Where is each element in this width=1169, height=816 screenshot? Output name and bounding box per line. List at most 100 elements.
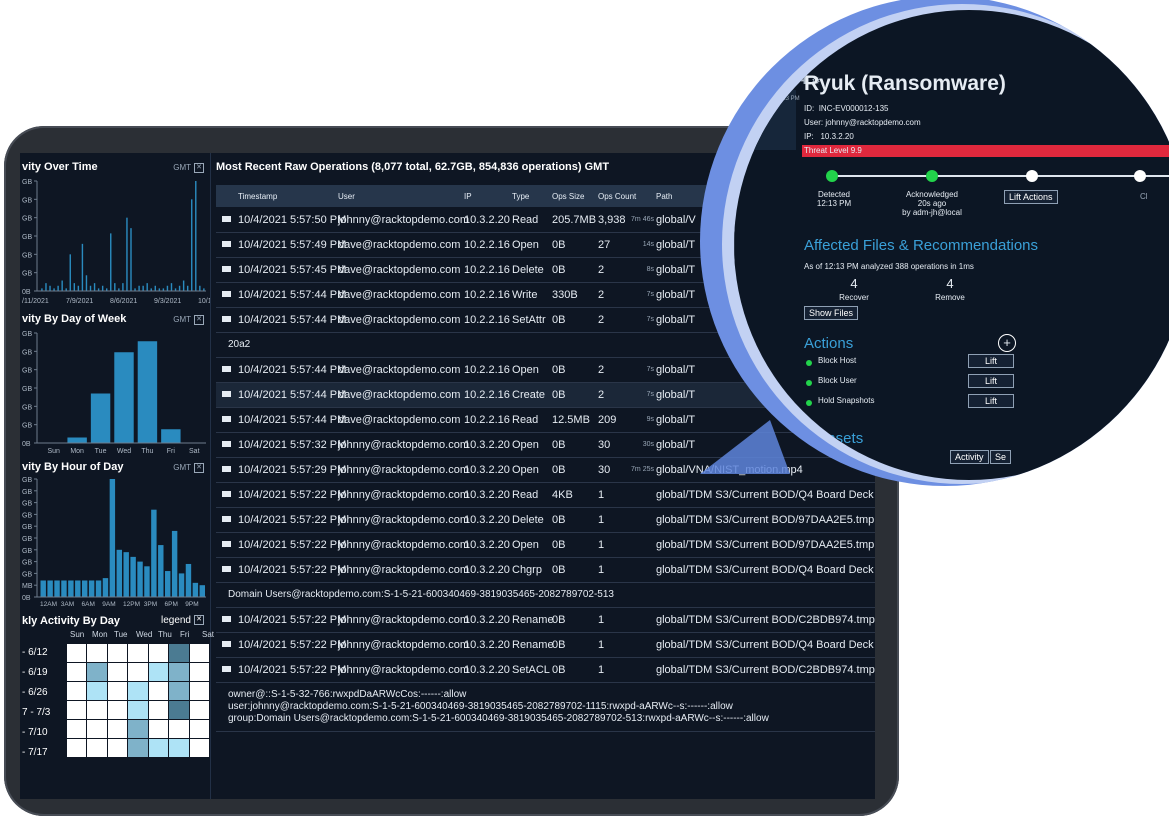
heatmap-cell[interactable] — [188, 700, 211, 720]
show-files-button[interactable]: Show Files — [804, 306, 859, 320]
heatmap-day-label: Sun — [70, 630, 85, 639]
weekly-legend-toggle[interactable]: legend ✕ — [161, 615, 204, 626]
hour-bar — [130, 556, 136, 597]
lift-hold-snapshots-button[interactable]: Lift — [968, 394, 1014, 408]
heatmap-cell[interactable] — [168, 681, 190, 701]
heatmap-cell[interactable] — [106, 662, 129, 682]
heatmap-cell[interactable] — [127, 719, 149, 739]
col-type[interactable]: Type — [512, 192, 529, 201]
col-ops-size[interactable]: Ops Size — [552, 192, 584, 201]
heatmap-cell[interactable] — [168, 700, 190, 720]
cell-path: global/TDM S3/Current BOD/C2BDB974.tmp — [656, 664, 875, 676]
cell-duration: 7s — [646, 291, 654, 298]
close-icon[interactable]: ✕ — [194, 463, 204, 473]
x-tick-label: Sun — [47, 448, 60, 455]
table-row[interactable]: 10/4/2021 5:57:22 PM johnny@racktopdemo.c… — [216, 483, 875, 508]
table-row[interactable]: 10/4/2021 5:57:22 PM johnny@racktopdemo.c… — [216, 533, 875, 558]
heatmap-cell[interactable] — [106, 719, 129, 739]
table-row[interactable]: 10/4/2021 5:57:22 PM johnny@racktopdemo.c… — [216, 658, 875, 683]
heatmap-cell[interactable] — [127, 643, 149, 663]
cell-ip: 10.2.2.16 — [464, 314, 510, 326]
heatmap-cell[interactable] — [127, 681, 149, 701]
heatmap-cell[interactable] — [147, 719, 170, 739]
heatmap-cell[interactable] — [65, 719, 88, 739]
lift-actions-button[interactable]: Lift Actions — [1004, 190, 1058, 204]
table-row[interactable]: 10/4/2021 5:57:22 PM johnny@racktopdemo.c… — [216, 608, 875, 633]
cell-path: global/T — [656, 389, 696, 401]
col-user[interactable]: User — [338, 192, 355, 201]
close-incident-button[interactable]: Cl — [1140, 192, 1148, 201]
heatmap-cell[interactable] — [86, 700, 108, 720]
heatmap-cell[interactable] — [106, 700, 129, 720]
close-icon[interactable]: ✕ — [194, 615, 204, 626]
y-tick-label: GB — [22, 512, 32, 519]
heatmap-cell[interactable] — [188, 719, 211, 739]
activity-bar — [114, 283, 116, 291]
windows-client-icon — [222, 541, 231, 547]
heatmap-cell[interactable] — [65, 643, 88, 663]
heatmap-cell[interactable] — [188, 662, 211, 682]
heatmap-cell[interactable] — [86, 662, 108, 682]
hour-bar — [68, 580, 74, 597]
heatmap-cell[interactable] — [106, 681, 129, 701]
add-action-icon[interactable]: + — [998, 334, 1016, 352]
hour-bar — [40, 580, 46, 597]
dataset-activity-button[interactable]: Activity — [950, 450, 989, 464]
user-label: User: — [804, 118, 824, 127]
heatmap-cell[interactable] — [86, 719, 108, 739]
heatmap-cell[interactable] — [147, 681, 170, 701]
activity-bar — [110, 233, 112, 291]
heatmap-cell[interactable] — [168, 662, 190, 682]
col-ops-count[interactable]: Ops Count — [598, 192, 636, 201]
heatmap-cell[interactable] — [127, 662, 149, 682]
close-icon[interactable]: ✕ — [194, 315, 204, 325]
activity-over-time-title: vity Over Time — [22, 161, 98, 173]
heatmap-cell[interactable] — [65, 681, 88, 701]
heatmap-cell[interactable] — [86, 643, 108, 663]
table-row[interactable]: 10/4/2021 5:57:32 PM johnny@racktopdemo.c… — [216, 433, 875, 458]
heatmap-cell[interactable] — [65, 738, 88, 758]
col-path[interactable]: Path — [656, 192, 672, 201]
table-row[interactable]: 10/4/2021 5:57:22 PM johnny@racktopdemo.c… — [216, 558, 875, 583]
heatmap-cell[interactable] — [168, 643, 190, 663]
activity-over-time-tz[interactable]: GMT ✕ — [173, 163, 204, 173]
cell-ops-count: 27 — [598, 239, 611, 251]
heatmap-cell[interactable] — [147, 662, 170, 682]
heatmap-cell[interactable] — [147, 700, 170, 720]
heatmap-cell[interactable] — [188, 738, 211, 758]
heatmap-cell[interactable] — [168, 738, 190, 758]
heatmap-cell[interactable] — [106, 643, 129, 663]
cell-type: Chgrp — [512, 564, 542, 576]
heatmap-cell[interactable] — [86, 681, 108, 701]
heatmap-cell[interactable] — [127, 738, 149, 758]
heatmap-cell[interactable] — [65, 700, 88, 720]
heatmap-cell[interactable] — [147, 643, 170, 663]
windows-client-icon — [222, 566, 231, 572]
heatmap-cell[interactable] — [106, 738, 129, 758]
heatmap-cell[interactable] — [65, 662, 88, 682]
heatmap-week-label: - 7/10 — [22, 727, 48, 738]
lift-block-user-button[interactable]: Lift — [968, 374, 1014, 388]
cell-ops-size: 0B — [552, 389, 566, 401]
col-ip[interactable]: IP — [464, 192, 472, 201]
heatmap-cell[interactable] — [168, 719, 190, 739]
close-icon[interactable]: ✕ — [194, 163, 204, 173]
hour-of-day-tz[interactable]: GMT ✕ — [173, 463, 204, 473]
heatmap-cell[interactable] — [188, 643, 211, 663]
activity-bar — [182, 280, 185, 291]
dataset-search-button[interactable]: Se — [990, 450, 1012, 464]
y-tick-label: 0B — [22, 289, 31, 296]
table-row[interactable]: 10/4/2021 5:57:22 PM johnny@racktopdemo.c… — [216, 633, 875, 658]
heatmap-row — [65, 719, 211, 739]
table-row[interactable]: 10/4/2021 5:57:29 PM johnny@racktopdemo.c… — [216, 458, 875, 483]
table-row[interactable]: 10/4/2021 5:57:22 PM johnny@racktopdemo.c… — [216, 508, 875, 533]
heatmap-cell[interactable] — [188, 681, 211, 701]
incident-detail-panel: » ✚ ⚙ 12:13 PM com Ryuk (Ransomware) ID:… — [734, 10, 1169, 480]
col-timestamp[interactable]: Timestamp — [238, 192, 277, 201]
heatmap-cell[interactable] — [147, 738, 170, 758]
lift-block-host-button[interactable]: Lift — [968, 354, 1014, 368]
heatmap-cell[interactable] — [86, 738, 108, 758]
day-of-week-tz[interactable]: GMT ✕ — [173, 315, 204, 325]
cell-duration: 9s — [646, 416, 654, 423]
heatmap-cell[interactable] — [127, 700, 149, 720]
